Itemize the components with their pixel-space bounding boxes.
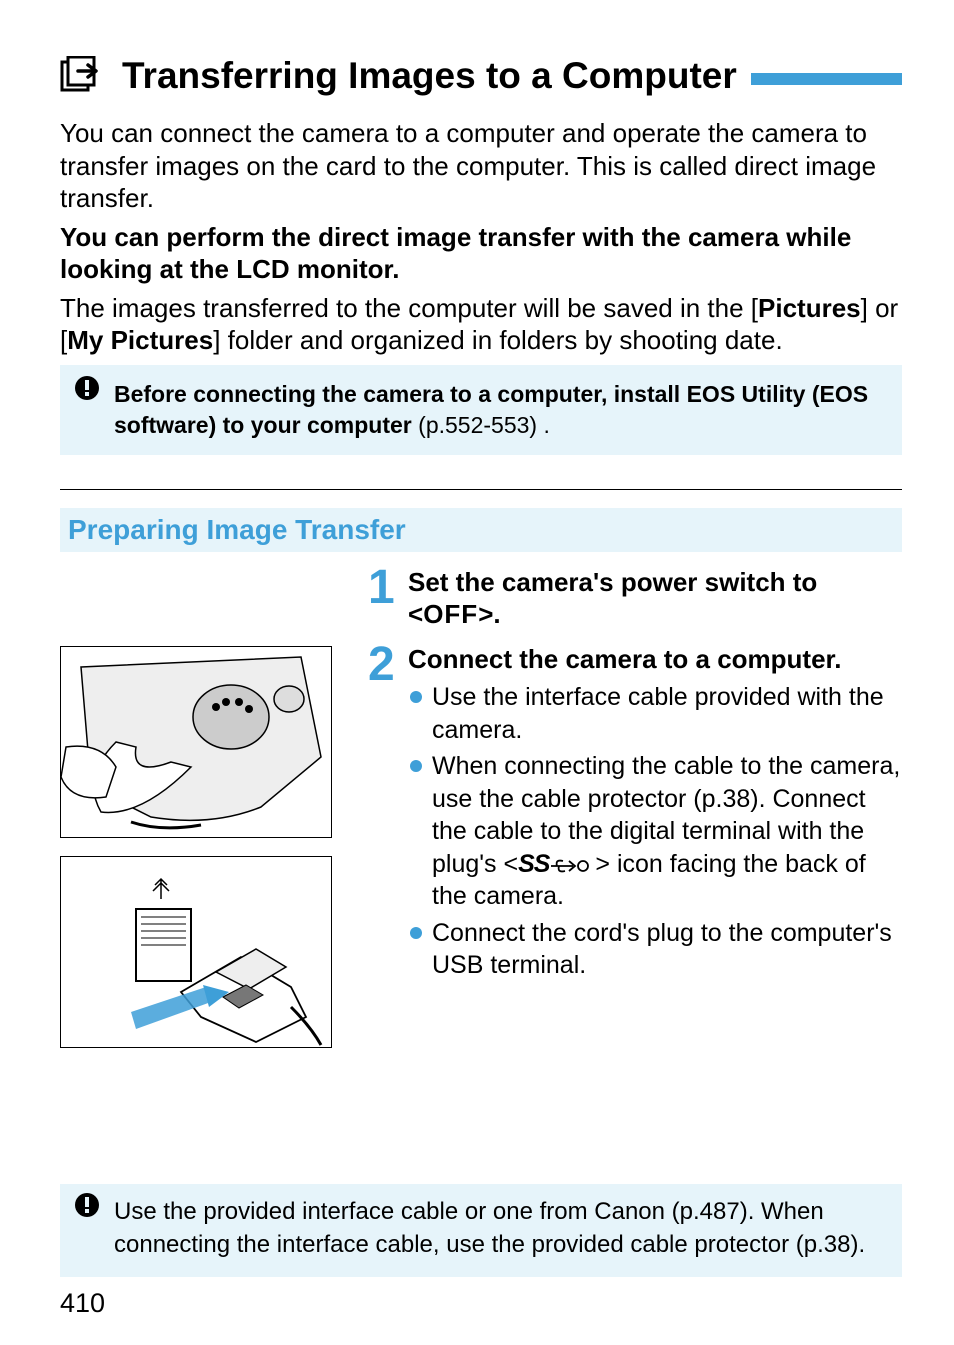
my-pictures-folder-name: My Pictures [67,325,213,355]
caution-icon [74,375,100,441]
title-accent-bar [751,73,902,85]
page-title: Transferring Images to a Computer [122,55,737,97]
caution-note-2: Use the provided interface cable or one … [60,1184,902,1277]
off-symbol: OFF [423,599,478,629]
step-1-title: Set the camera's power switch to <OFF>. [408,566,902,631]
text: The images transferred to the computer w… [60,293,758,323]
step-number-1: 1 [368,566,402,637]
bullet-1: Use the interface cable provided with th… [408,681,902,746]
page-number: 410 [60,1288,105,1319]
intro-paragraph-3: The images transferred to the computer w… [60,292,902,357]
intro-paragraph-2: You can perform the direct image transfe… [60,221,902,286]
bullet-3: Connect the cord's plug to the computer'… [408,917,902,982]
caution-text: Before connecting the camera to a comput… [114,379,888,441]
illustration-column [60,566,358,1066]
usb-plug-illustration [60,856,332,1048]
step-2-title: Connect the camera to a computer. [408,643,902,676]
step-number-2: 2 [368,643,402,986]
step-2: 2 Connect the camera to a computer. Use … [368,643,902,986]
separator-line [60,489,902,490]
page-title-row: Transferring Images to a Computer [60,55,902,97]
ss-plug-icon: SS [518,850,595,878]
caution-text-2: Use the provided interface cable or one … [114,1196,888,1261]
pictures-folder-name: Pictures [758,293,861,323]
text: ] folder and organized in folders by sho… [213,325,783,355]
text: >. [478,599,500,629]
step-2-bullets: Use the interface cable provided with th… [408,681,902,982]
note-rest: (p.552-553) . [412,412,550,438]
manual-page: Transferring Images to a Computer You ca… [0,0,954,1345]
intro-paragraph-1: You can connect the camera to a computer… [60,117,902,215]
steps-text-column: 1 Set the camera's power switch to <OFF>… [368,566,902,1066]
caution-icon [74,1192,100,1261]
section-heading: Preparing Image Transfer [60,508,902,552]
bullet-2: When connecting the cable to the camera,… [408,750,902,913]
steps-container: 1 Set the camera's power switch to <OFF>… [60,566,902,1066]
transfer-icon [60,56,108,96]
step-1: 1 Set the camera's power switch to <OFF>… [368,566,902,637]
caution-note-1: Before connecting the camera to a comput… [60,365,902,455]
camera-connection-illustration [60,646,332,838]
